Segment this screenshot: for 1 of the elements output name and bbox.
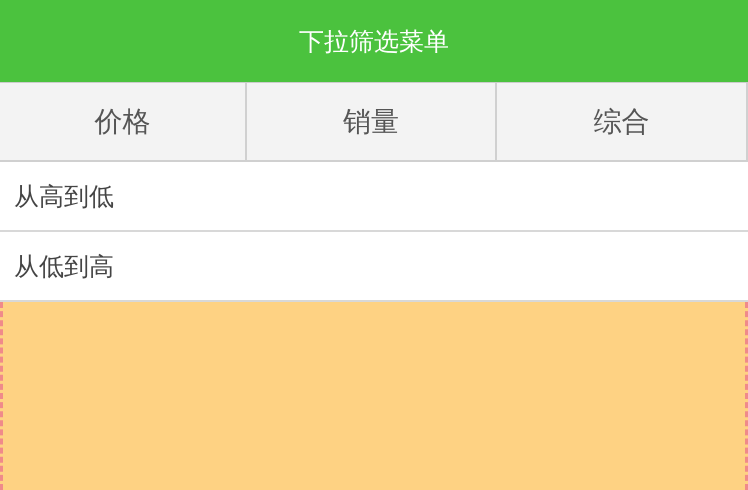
page-title: 下拉筛选菜单 [299, 26, 449, 58]
